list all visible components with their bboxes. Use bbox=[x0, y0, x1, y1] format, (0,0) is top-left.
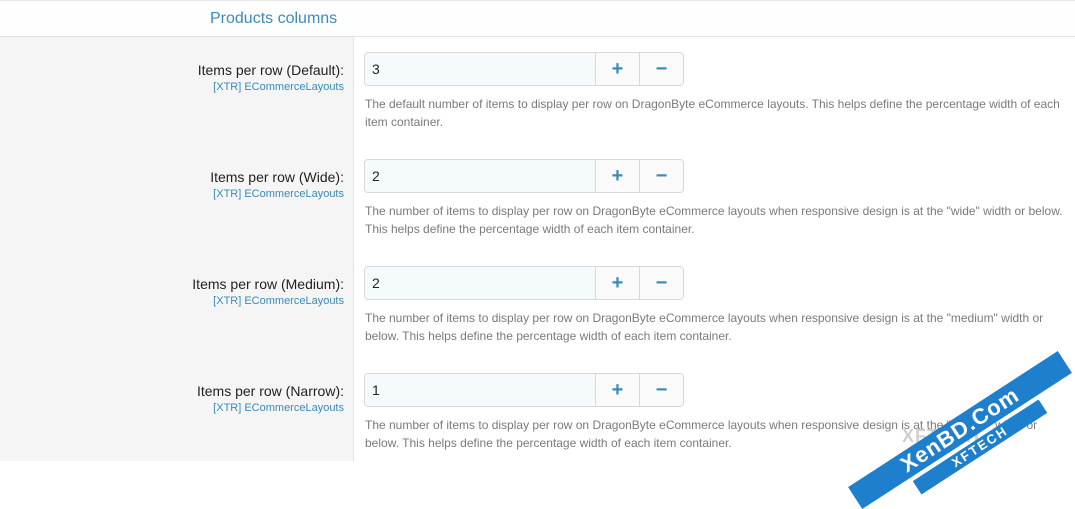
option-addon-link[interactable]: [XTR] ECommerceLayouts bbox=[213, 402, 344, 415]
increment-button[interactable]: + bbox=[596, 53, 640, 85]
option-label: Items per row (Medium): bbox=[192, 276, 344, 292]
section-title: Products columns bbox=[210, 10, 338, 27]
minus-icon: − bbox=[655, 378, 668, 401]
plus-icon: + bbox=[611, 378, 624, 401]
increment-button[interactable]: + bbox=[596, 160, 640, 192]
plus-icon: + bbox=[611, 271, 624, 294]
increment-button[interactable]: + bbox=[596, 374, 640, 406]
items-per-row-default-input[interactable] bbox=[365, 53, 596, 85]
items-per-row-medium-stepper: + − bbox=[364, 266, 684, 300]
option-description: The number of items to display per row o… bbox=[365, 311, 1044, 343]
option-row-default: Items per row (Default): [XTR] ECommerce… bbox=[0, 37, 1075, 144]
items-per-row-narrow-input[interactable] bbox=[365, 374, 596, 406]
option-row-wide: Items per row (Wide): [XTR] ECommerceLay… bbox=[0, 144, 1075, 251]
decrement-button[interactable]: − bbox=[640, 160, 683, 192]
items-per-row-default-stepper: + − bbox=[364, 52, 684, 86]
decrement-button[interactable]: − bbox=[640, 374, 683, 406]
option-label: Items per row (Default): bbox=[197, 62, 344, 78]
option-row-medium: Items per row (Medium): [XTR] ECommerceL… bbox=[0, 251, 1075, 358]
option-label: Items per row (Wide): bbox=[210, 169, 344, 185]
minus-icon: − bbox=[655, 164, 668, 187]
option-label: Items per row (Narrow): bbox=[196, 383, 344, 399]
items-per-row-narrow-stepper: + − bbox=[364, 373, 684, 407]
decrement-button[interactable]: − bbox=[640, 53, 683, 85]
section-header: Products columns bbox=[0, 0, 1075, 37]
items-per-row-wide-input[interactable] bbox=[365, 160, 596, 192]
items-per-row-medium-input[interactable] bbox=[365, 267, 596, 299]
minus-icon: − bbox=[655, 57, 668, 80]
increment-button[interactable]: + bbox=[596, 267, 640, 299]
option-addon-link[interactable]: [XTR] ECommerceLayouts bbox=[213, 295, 344, 308]
option-description: The number of items to display per row o… bbox=[365, 204, 1063, 236]
option-description: The default number of items to display p… bbox=[365, 97, 1060, 129]
decrement-button[interactable]: − bbox=[640, 267, 683, 299]
minus-icon: − bbox=[655, 271, 668, 294]
option-addon-link[interactable]: [XTR] ECommerceLayouts bbox=[213, 81, 344, 94]
option-addon-link[interactable]: [XTR] ECommerceLayouts bbox=[213, 188, 344, 201]
plus-icon: + bbox=[611, 164, 624, 187]
plus-icon: + bbox=[611, 57, 624, 80]
items-per-row-wide-stepper: + − bbox=[364, 159, 684, 193]
